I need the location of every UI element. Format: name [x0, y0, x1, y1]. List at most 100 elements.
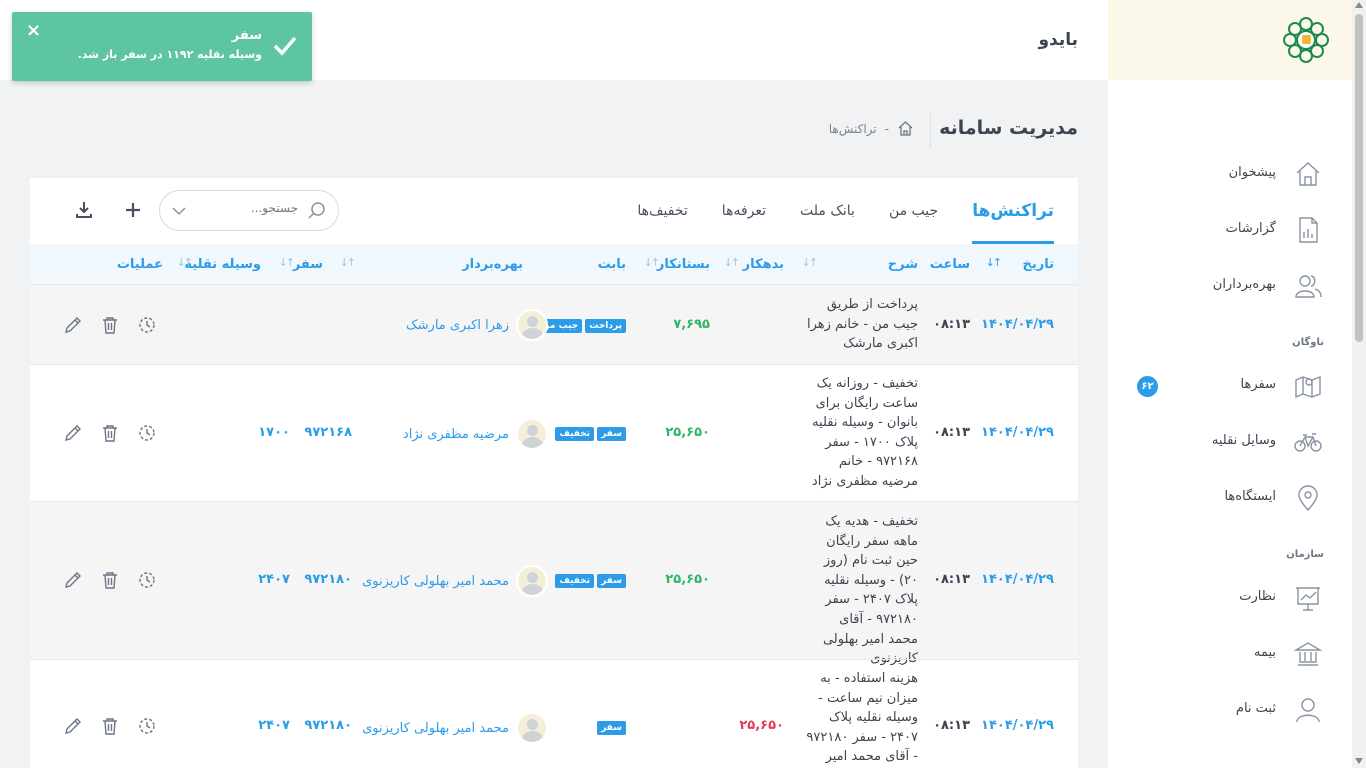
page-header: مدیریت سامانه - تراکنش‌ها — [0, 108, 1108, 148]
column-header-trip[interactable]: سفر — [293, 257, 323, 272]
search-box[interactable] — [159, 190, 339, 231]
column-header-beneficiary[interactable]: بهره‌بردار — [462, 257, 523, 272]
tag-badge: تخفیف — [555, 427, 595, 441]
table-row[interactable]: ۱۴۰۴/۰۴/۲۹ ۰۸:۱۳ تخفیف - هدیه یک ماهه سف… — [30, 501, 1078, 666]
sidebar-item-dashboard[interactable]: پیشخوان — [1108, 146, 1352, 202]
edit-icon[interactable] — [63, 315, 83, 335]
transactions-card: تراکنش‌ها جیب من بانک ملت تعرفه‌ها تخفیف… — [30, 178, 1078, 768]
table-row[interactable]: ۱۴۰۴/۰۴/۲۹ ۰۸:۱۳ پرداخت از طریق جیب من -… — [30, 284, 1078, 364]
row-description: تخفیف - روزانه یک ساعت رایگان برای بانوا… — [811, 376, 918, 489]
page-scrollbar[interactable] — [1352, 0, 1366, 768]
page-title: مدیریت سامانه — [939, 117, 1078, 139]
beneficiary-name[interactable]: محمد امیر بهلولی کاریزنوی — [362, 721, 509, 736]
sidebar-item-registration[interactable]: ثبت نام — [1108, 682, 1352, 738]
tag-badge: تخفیف — [555, 574, 595, 588]
beneficiary-name[interactable]: محمد امیر بهلولی کاریزنوی — [362, 574, 509, 589]
sort-asc-icon[interactable]: ↑↓ — [986, 256, 1003, 269]
row-trip[interactable]: ۹۷۲۱۸۰ — [304, 572, 352, 587]
edit-icon[interactable] — [63, 423, 83, 443]
row-description: پرداخت از طریق جیب من - خانم زهرا اکبری … — [807, 297, 918, 352]
history-icon[interactable] — [137, 315, 157, 335]
row-vehicle[interactable]: ۲۴۰۷ — [258, 572, 290, 587]
delete-icon[interactable] — [100, 716, 120, 736]
sidebar-item-label: وسایل نقلیه — [1211, 433, 1276, 448]
row-tags: سفر تخفیف — [555, 427, 626, 441]
column-header-date[interactable]: تاریخ — [1023, 257, 1055, 272]
edit-icon[interactable] — [63, 570, 83, 590]
trips-count-badge: ۶۲ — [1137, 376, 1158, 397]
row-tags: پرداخت جیب من — [537, 319, 626, 333]
scrollbar-thumb[interactable] — [1355, 14, 1363, 342]
app-title: بایدو — [1038, 30, 1078, 50]
sort-icon[interactable]: ↑↓ — [279, 256, 296, 269]
delete-icon[interactable] — [100, 423, 120, 443]
row-beneficiary[interactable]: زهرا اکبری مارشک — [406, 309, 548, 341]
tab-bar: تراکنش‌ها جیب من بانک ملت تعرفه‌ها تخفیف… — [603, 178, 1078, 244]
row-date: ۱۴۰۴/۰۴/۲۹ — [981, 572, 1054, 587]
sidebar-item-operators[interactable]: بهره‌برداران — [1108, 258, 1352, 314]
row-debtor: ۲۵,۶۵۰ — [739, 718, 784, 733]
column-header-time[interactable]: ساعت — [930, 257, 970, 272]
sort-icon[interactable]: ↑↓ — [340, 256, 357, 269]
row-beneficiary[interactable]: مرضیه مظفری نژاد — [403, 418, 548, 450]
sidebar-item-trips[interactable]: سفرها ۶۲ — [1108, 358, 1352, 414]
location-pin-icon — [1298, 485, 1318, 512]
close-icon[interactable]: × — [26, 20, 41, 41]
logo-icon[interactable] — [1280, 14, 1332, 66]
sort-icon[interactable]: ↑↓ — [177, 256, 194, 269]
row-trip[interactable]: ۹۷۲۱۸۰ — [304, 718, 352, 733]
sidebar-item-vehicles[interactable]: وسایل نقلیه — [1108, 414, 1352, 470]
column-header-description[interactable]: شرح — [888, 257, 918, 272]
sidebar-item-label: پیشخوان — [1228, 165, 1276, 180]
sort-icon[interactable]: ↑↓ — [644, 256, 661, 269]
sort-icon[interactable]: ↑↓ — [724, 256, 741, 269]
tag-badge: سفر — [597, 721, 626, 735]
row-beneficiary[interactable]: محمد امیر بهلولی کاریزنوی — [362, 712, 548, 744]
beneficiary-name[interactable]: زهرا اکبری مارشک — [406, 318, 509, 333]
column-header-vehicle[interactable]: وسیله نقلیه — [184, 257, 261, 272]
delete-icon[interactable] — [100, 570, 120, 590]
column-header-debtor[interactable]: بدهکار — [743, 257, 784, 272]
sidebar-item-monitoring[interactable]: نظارت — [1108, 570, 1352, 626]
row-vehicle[interactable]: ۱۷۰۰ — [258, 425, 290, 440]
sidebar-item-label: ثبت نام — [1235, 701, 1276, 716]
sort-icon[interactable]: ↑↓ — [802, 256, 819, 269]
row-trip[interactable]: ۹۷۲۱۶۸ — [304, 425, 352, 440]
breadcrumb-separator: - — [884, 121, 889, 136]
sidebar-item-label: ایستگاه‌ها — [1224, 489, 1276, 504]
search-input[interactable] — [208, 201, 298, 215]
history-icon[interactable] — [137, 423, 157, 443]
row-date: ۱۴۰۴/۰۴/۲۹ — [981, 425, 1054, 440]
add-icon[interactable] — [123, 200, 143, 220]
row-vehicle[interactable]: ۲۴۰۷ — [258, 718, 290, 733]
breadcrumb: - تراکنش‌ها — [829, 120, 914, 137]
sidebar-item-reports[interactable]: گزارشات — [1108, 202, 1352, 258]
row-beneficiary[interactable]: محمد امیر بهلولی کاریزنوی — [362, 565, 548, 597]
row-time: ۰۸:۱۳ — [933, 718, 970, 733]
history-icon[interactable] — [137, 716, 157, 736]
chevron-down-icon[interactable] — [172, 205, 186, 217]
column-header-creditor[interactable]: بستانکار — [657, 257, 710, 272]
tab-bank-mellat[interactable]: بانک ملت — [800, 178, 855, 244]
report-icon — [1299, 217, 1318, 243]
delete-icon[interactable] — [100, 315, 120, 335]
scroll-up-arrow-icon[interactable] — [1355, 2, 1363, 8]
download-icon[interactable] — [74, 200, 94, 220]
home-icon[interactable] — [897, 120, 914, 137]
table-row[interactable]: ۱۴۰۴/۰۴/۲۹ ۰۸:۱۳ هزینه استفاده - به میزا… — [30, 659, 1078, 768]
sidebar-item-insurance[interactable]: بیمه — [1108, 626, 1352, 682]
tab-discounts[interactable]: تخفیف‌ها — [637, 178, 687, 244]
sidebar-item-stations[interactable]: ایستگاه‌ها — [1108, 470, 1352, 526]
tab-transactions[interactable]: تراکنش‌ها — [972, 178, 1054, 244]
history-icon[interactable] — [137, 570, 157, 590]
beneficiary-name[interactable]: مرضیه مظفری نژاد — [403, 427, 509, 442]
tab-my-wallet[interactable]: جیب من — [889, 178, 938, 244]
scroll-down-arrow-icon[interactable] — [1355, 758, 1363, 764]
table-row[interactable]: ۱۴۰۴/۰۴/۲۹ ۰۸:۱۳ تخفیف - روزانه یک ساعت … — [30, 364, 1078, 501]
edit-icon[interactable] — [63, 716, 83, 736]
sidebar-item-label: بهره‌برداران — [1212, 277, 1276, 292]
row-time: ۰۸:۱۳ — [933, 572, 970, 587]
sidebar-section-organization: سازمان — [1286, 549, 1324, 560]
column-header-subject[interactable]: بابت — [598, 257, 626, 272]
tab-tariffs[interactable]: تعرفه‌ها — [722, 178, 766, 244]
